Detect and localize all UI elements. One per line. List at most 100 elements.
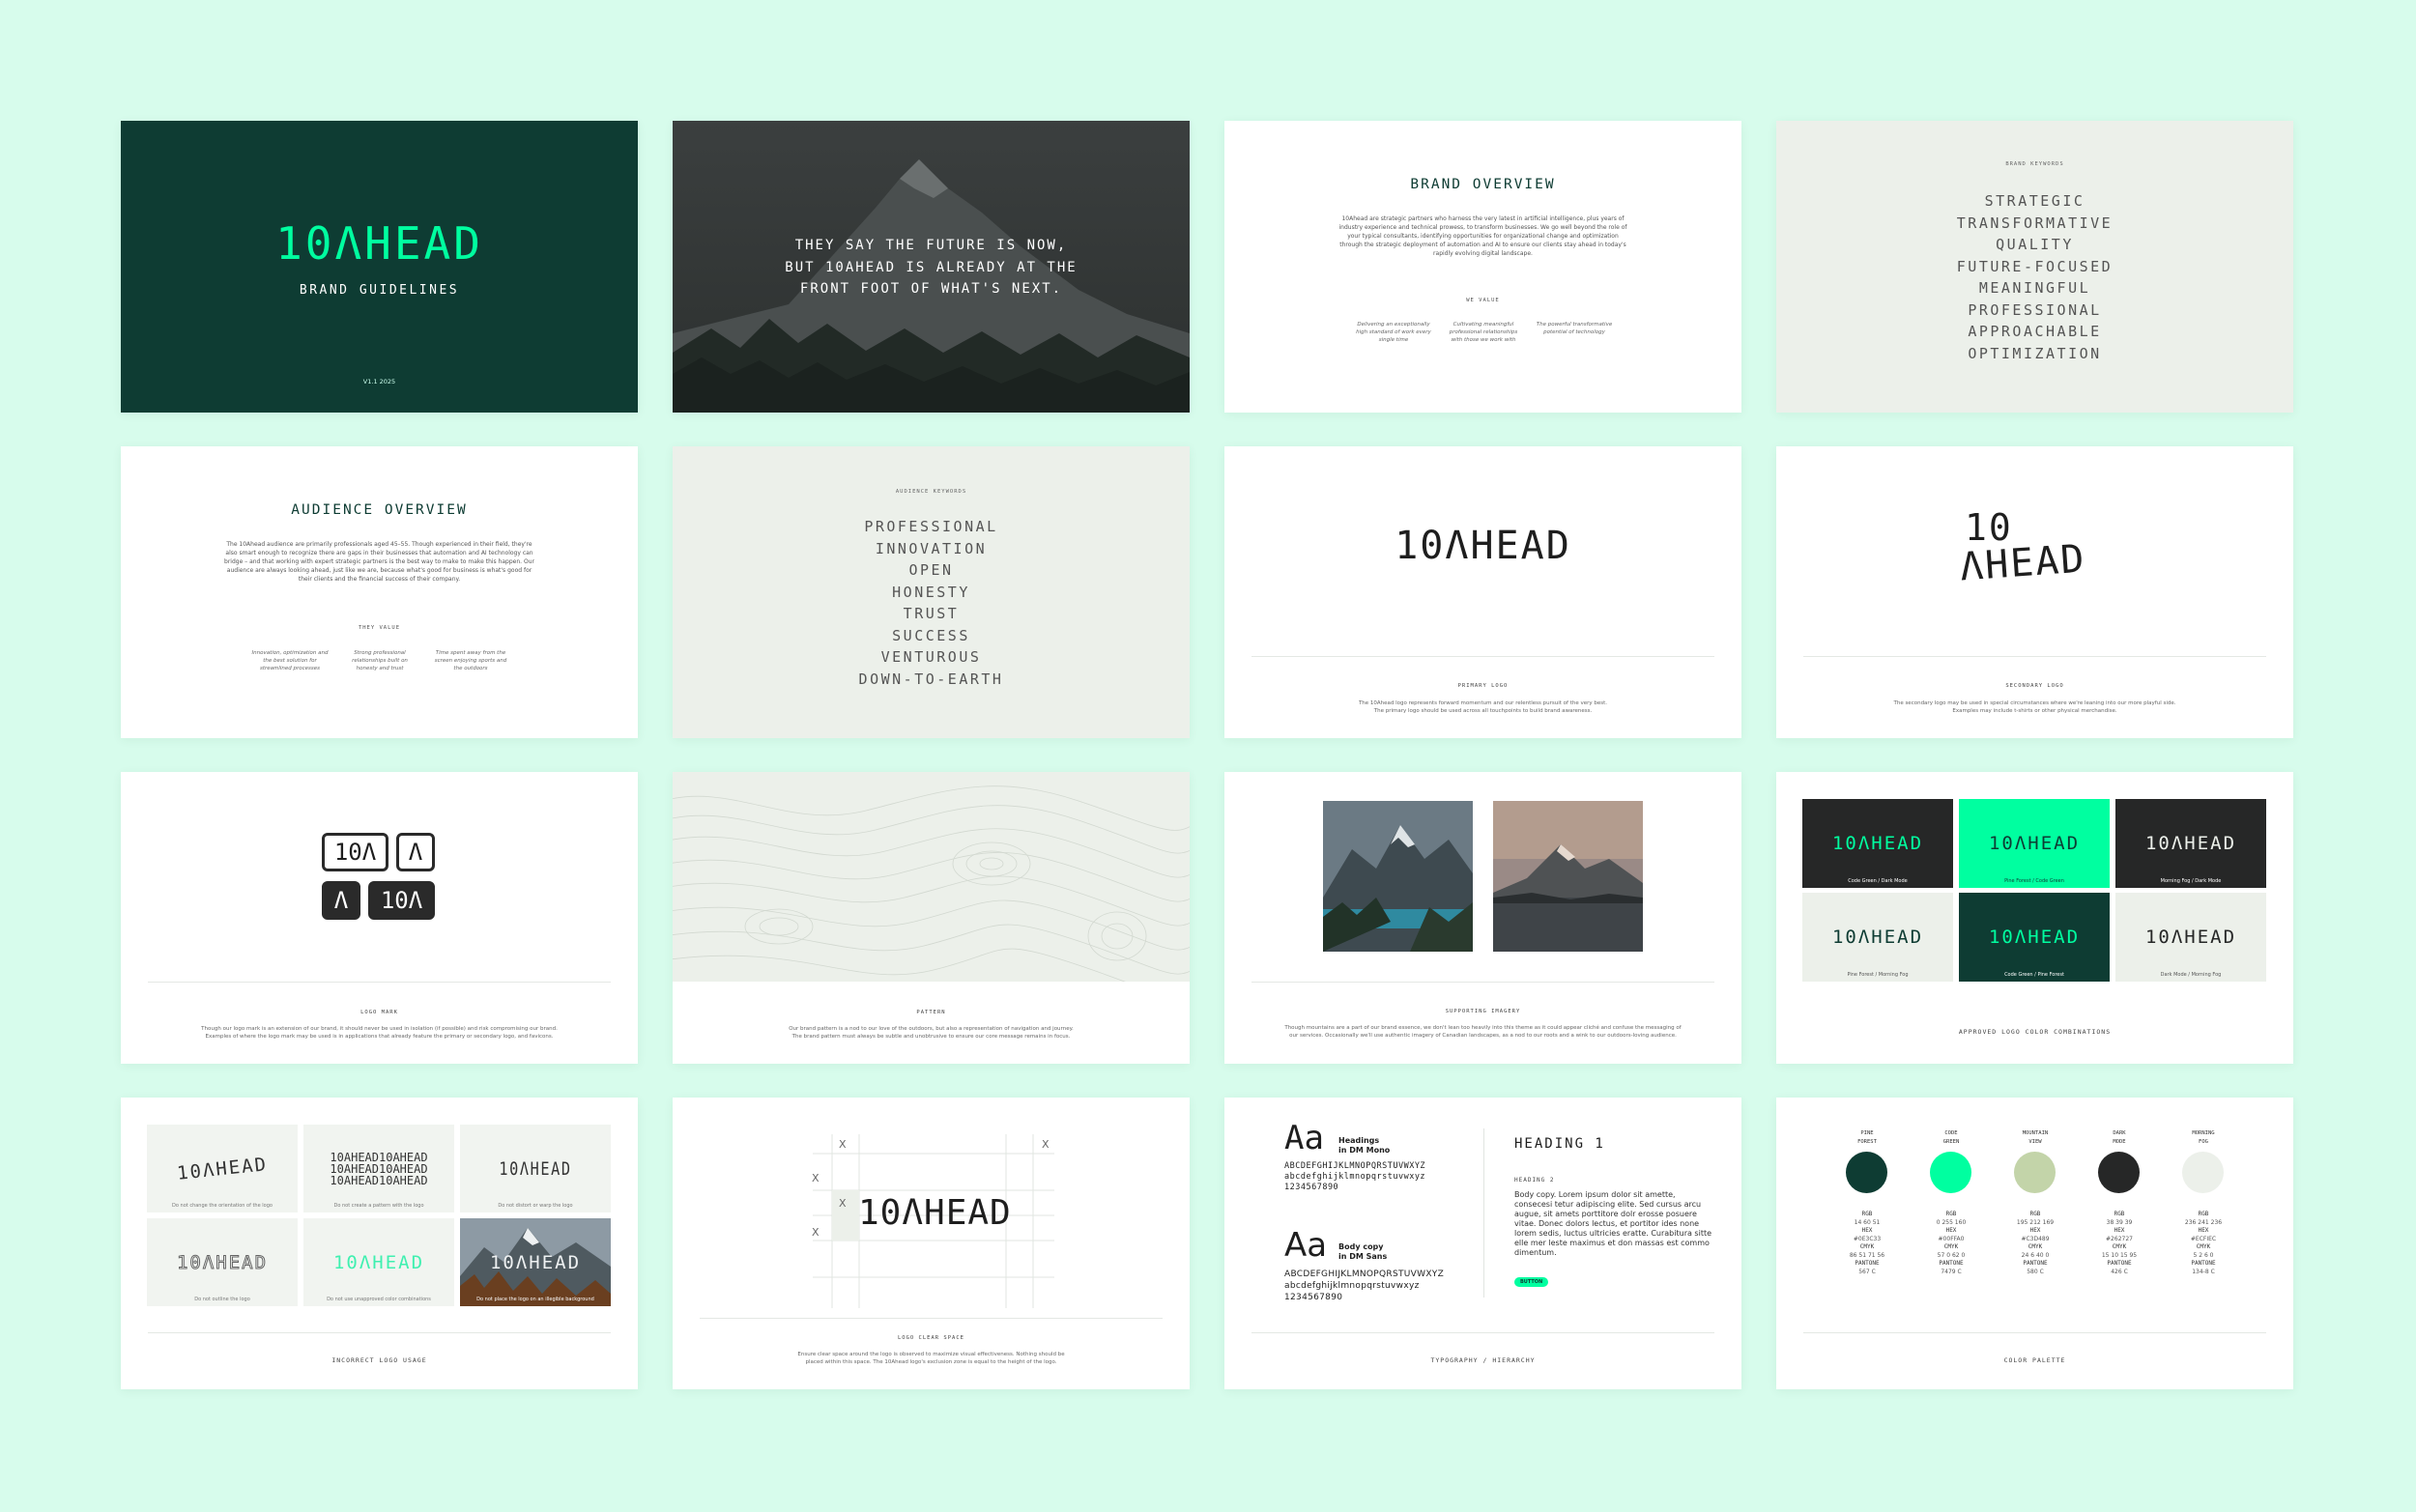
- slide-secondary-logo[interactable]: 10 ΛHEAD SECONDARY LOGO The secondary lo…: [1776, 446, 2293, 738]
- heading-1-sample: HEADING 1: [1514, 1136, 1605, 1152]
- color-combos-caption: APPROVED LOGO COLOR COMBINATIONS: [1958, 1028, 2112, 1036]
- pantone-value: 426 C: [2111, 1268, 2128, 1275]
- palette-values-pine-forest: RGB 14 60 51 HEX #0E3C33 CMYK 86 51 71 5…: [1839, 1211, 1895, 1276]
- slide-logo-mark[interactable]: 10Λ Λ Λ 10Λ LOGO MARK Though our logo ma…: [121, 772, 638, 1064]
- body-copy-sample: Body copy. Lorem ipsum dolor sit amette,…: [1514, 1190, 1712, 1257]
- divider: [1803, 1332, 2266, 1333]
- desc-line: Examples of where the logo mark may be u…: [205, 1034, 554, 1040]
- combo-label: Pine Forest / Morning Fog: [1847, 972, 1909, 978]
- palette-name: CODE: [1944, 1130, 1958, 1136]
- slide-brand-keywords[interactable]: BRAND KEYWORDS STRATEGIC TRANSFORMATIVE …: [1776, 121, 2293, 413]
- clear-space-x-marker: X: [812, 1172, 820, 1184]
- slide-pattern[interactable]: PATTERN Our brand pattern is a nod to ou…: [673, 772, 1190, 1064]
- value-label: PANTONE: [1855, 1260, 1880, 1267]
- desc-line: The 10Ahead logo represents forward mome…: [1358, 700, 1608, 706]
- cmyk-value: 57 0 62 0: [1937, 1251, 1966, 1259]
- incorrect-label: Do not outline the logo: [194, 1297, 250, 1302]
- glyph-line: ABCDEFGHIJKLMNOPQRSTUVWXYZ: [1284, 1270, 1445, 1279]
- incorrect-label: Do not change the orientation of the log…: [172, 1203, 273, 1209]
- slide-audience-keywords[interactable]: AUDIENCE KEYWORDS PROFESSIONAL INNOVATIO…: [673, 446, 1190, 738]
- slide-brand-overview[interactable]: BRAND OVERVIEW 10Ahead are strategic par…: [1224, 121, 1741, 413]
- clear-space-x-marker: X: [1042, 1138, 1050, 1151]
- value-label: HEX: [2029, 1227, 2041, 1234]
- slide-color-palette[interactable]: PINE FOREST CODE GREEN MOUNTAIN VIEW DAR…: [1776, 1098, 2293, 1389]
- incorrect-tile-6: 10ΛHEAD Do not place the logo on an ille…: [460, 1218, 611, 1306]
- pantone-value: 134-8 C: [2192, 1268, 2215, 1275]
- audience-keyword: TRUST: [903, 605, 960, 622]
- audience-keyword: INNOVATION: [875, 539, 988, 557]
- slide-typography[interactable]: Aa Headings in DM Mono ABCDEFGHIJKLMNOPQ…: [1224, 1098, 1741, 1389]
- palette-column-code-green: CODE GREEN: [1923, 1129, 1979, 1146]
- slide-logo-color-combinations[interactable]: 10ΛHEAD Code Green / Dark Mode 10ΛHEAD P…: [1776, 772, 2293, 1064]
- desc-line: our services. Occasionally we'll use aut…: [1289, 1033, 1677, 1039]
- slide-logo-clear-space[interactable]: X X X X X 10ΛHEAD LOGO CLEAR SPACE Ensur…: [673, 1098, 1190, 1389]
- cmyk-value: 24 6 40 0: [2021, 1251, 2050, 1259]
- combo-label: Dark Mode / Morning Fog: [2160, 972, 2222, 978]
- value-label: CMYK: [2028, 1243, 2043, 1250]
- value-label: PANTONE: [2023, 1260, 2048, 1267]
- combo-label: Pine Forest / Code Green: [2004, 878, 2064, 884]
- palette-name: GREEN: [1942, 1138, 1960, 1145]
- divider: [148, 1332, 611, 1333]
- brand-keyword: FUTURE-FOCUSED: [1956, 257, 2114, 275]
- slide-primary-logo[interactable]: 10ΛHEAD PRIMARY LOGO The 10Ahead logo re…: [1224, 446, 1741, 738]
- palette-name: PINE: [1860, 1130, 1874, 1136]
- slide-supporting-imagery[interactable]: SUPPORTING IMAGERY Though mountains are …: [1224, 772, 1741, 1064]
- audience-overview-title: AUDIENCE OVERVIEW: [291, 502, 468, 518]
- clear-space-logo: 10ΛHEAD: [858, 1193, 1012, 1233]
- swatch-dark-mode: [2098, 1152, 2140, 1193]
- rgb-value: 195 212 169: [2016, 1218, 2055, 1226]
- body-font-glyphs: ABCDEFGHIJKLMNOPQRSTUVWXYZ abcdefghijklm…: [1284, 1269, 1444, 1303]
- brand-keyword: OPTIMIZATION: [1968, 344, 2102, 362]
- brand-keyword: APPROACHABLE: [1968, 323, 2102, 340]
- audience-keyword: HONESTY: [892, 583, 970, 601]
- desc-line: The secondary logo may be used in specia…: [1893, 700, 2176, 706]
- incorrect-label: Do not distort or warp the logo: [498, 1203, 573, 1209]
- value-label: PANTONE: [2107, 1260, 2132, 1267]
- secondary-logo-caption: SECONDARY LOGO: [2005, 683, 2064, 689]
- audience-overview-body: The 10Ahead audience are primarily profe…: [224, 541, 534, 583]
- rgb-value: 0 255 160: [1936, 1218, 1967, 1226]
- glyph-line: ABCDEFGHIJKLMNOPQRSTUVWXYZ: [1284, 1161, 1426, 1171]
- incorrect-caption: INCORRECT LOGO USAGE: [331, 1356, 427, 1364]
- slide-audience-overview[interactable]: AUDIENCE OVERVIEW The 10Ahead audience a…: [121, 446, 638, 738]
- palette-column-mountain-view: MOUNTAIN VIEW: [2007, 1129, 2063, 1146]
- desc-line: The primary logo should be used across a…: [1373, 708, 1593, 714]
- hex-value: #0E3C33: [1853, 1235, 1882, 1242]
- pattern-logo-row: 10AHEAD10AHEAD: [330, 1161, 428, 1176]
- audience-keyword: VENTUROUS: [880, 648, 982, 666]
- hex-value: #C3D489: [2021, 1235, 2050, 1242]
- clear-space-desc: Ensure clear space around the logo is ob…: [673, 1351, 1190, 1366]
- clear-space-x-marker: X: [839, 1138, 847, 1151]
- incorrect-tile-5: 10ΛHEAD Do not use unapproved color comb…: [303, 1218, 454, 1306]
- audience-keyword: SUCCESS: [892, 626, 970, 644]
- heading-font-sample: Aa: [1284, 1119, 1324, 1157]
- brand-value-3: The powerful transformative potential of…: [1536, 322, 1613, 335]
- slide-incorrect-logo-usage[interactable]: 10ΛHEAD Do not change the orientation of…: [121, 1098, 638, 1389]
- desc-line: Though our logo mark is an extension of …: [201, 1026, 558, 1032]
- pattern-logo-row: 10AHEAD10AHEAD: [330, 1150, 428, 1164]
- logo-mark-outline-square: Λ: [396, 833, 435, 871]
- audience-value-3: Time spent away from the screen enjoying…: [434, 650, 507, 671]
- sample-button[interactable]: BUTTON: [1514, 1277, 1549, 1287]
- hex-value: #00FFA0: [1938, 1235, 1965, 1242]
- brand-keyword: QUALITY: [1996, 236, 2074, 253]
- palette-name: MORNING: [2192, 1130, 2215, 1136]
- combo-tile-1: 10ΛHEAD Code Green / Dark Mode: [1802, 799, 1953, 888]
- value-label: RGB: [2198, 1211, 2209, 1217]
- hex-value: #ECFIEC: [2190, 1235, 2217, 1242]
- slide-cover[interactable]: 10ΛHEAD BRAND GUIDELINES V1.1 2025: [121, 121, 638, 413]
- typography-caption: TYPOGRAPHY / HIERARCHY: [1430, 1356, 1536, 1364]
- value-label: HEX: [2114, 1227, 2125, 1234]
- brand-keyword: MEANINGFUL: [1978, 279, 2091, 297]
- divider: [1803, 656, 2266, 657]
- incorrect-label: Do not create a pattern with the logo: [333, 1203, 424, 1209]
- palette-column-pine-forest: PINE FOREST: [1839, 1129, 1895, 1146]
- desc-line: Though mountains are a part of our brand…: [1284, 1025, 1682, 1031]
- audience-keywords-list: PROFESSIONAL INNOVATION OPEN HONESTY TRU…: [673, 516, 1190, 690]
- hex-value: #262727: [2106, 1235, 2133, 1242]
- cmyk-value: 86 51 71 56: [1849, 1251, 1885, 1259]
- palette-values-code-green: RGB 0 255 160 HEX #00FFA0 CMYK 57 0 62 0…: [1923, 1211, 1979, 1276]
- palette-values-morning-fog: RGB 236 241 236 HEX #ECFIEC CMYK 5 2 6 0…: [2175, 1211, 2231, 1276]
- slide-quote[interactable]: THEY SAY THE FUTURE IS NOW, BUT 10AHEAD …: [673, 121, 1190, 413]
